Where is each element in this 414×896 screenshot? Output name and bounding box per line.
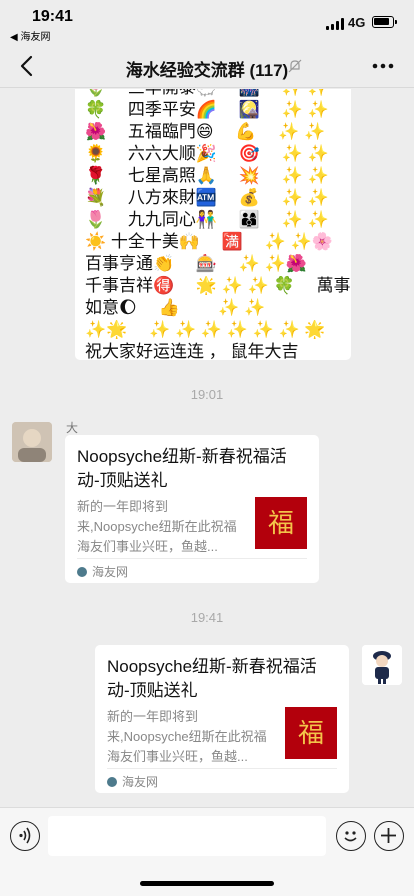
back-to-app-link[interactable]: ◀ 海友网 <box>10 28 50 43</box>
card-thumbnail: 福 <box>255 497 307 549</box>
greeting-line: ✨🌟 ✨ ✨ ✨ ✨ ✨ ✨ 🌟 <box>85 320 326 339</box>
sender-name: 大 <box>66 421 79 435</box>
thumb-char: 福 <box>268 509 294 539</box>
status-bar: 19:41 ◀ 海友网 4G <box>0 0 414 44</box>
more-options-icon[interactable] <box>370 58 396 74</box>
greeting-line: 祝大家好运连连 ， 鼠年大吉 <box>85 342 299 360</box>
greeting-message-bubble[interactable]: 🌷 三羊開泰🐑 🎆 ✨ ✨ 🍀 四季平安🌈 🎑 ✨ ✨ 🌺 五福臨門😄 💪 ✨ … <box>75 89 351 360</box>
status-time: 19:41 <box>32 8 73 25</box>
timestamp: 19:41 <box>190 610 224 625</box>
voice-input-icon[interactable] <box>10 821 40 851</box>
battery-icon <box>372 16 397 28</box>
greeting-line: ☀️ 十全十美🙌 🈵 ✨ ✨🌸 <box>85 232 333 251</box>
greeting-line: 🌷 九九同心👫 👨‍👩‍👦 ✨ ✨ <box>85 210 329 229</box>
my-avatar[interactable] <box>362 645 402 685</box>
timestamp: 19:01 <box>190 387 224 402</box>
card-title: Noopsyche纽斯-新春祝福活动-顶贴送礼 <box>107 657 317 700</box>
link-card[interactable]: Noopsyche纽斯-新春祝福活动-顶贴送礼 新的一年即将到来,Noopsyc… <box>65 435 319 583</box>
message-input[interactable] <box>48 816 326 856</box>
card-thumbnail: 福 <box>285 707 337 759</box>
chat-header: 海水经验交流群 (117) <box>0 44 414 88</box>
mute-bell-icon <box>288 59 302 73</box>
card-source: 海友网 <box>77 563 128 580</box>
card-source: 海友网 <box>107 773 158 790</box>
chat-area[interactable]: 🌷 三羊開泰🐑 🎆 ✨ ✨ 🍀 四季平安🌈 🎑 ✨ ✨ 🌺 五福臨門😄 💪 ✨ … <box>0 89 414 807</box>
card-title: Noopsyche纽斯-新春祝福活动-顶贴送礼 <box>77 447 287 490</box>
add-attachment-icon[interactable] <box>374 821 404 851</box>
card-description: 新的一年即将到来,Noopsyche纽斯在此祝福海友们事业兴旺，鱼越... <box>77 499 237 554</box>
greeting-line: 🌹 七星高照🙏 💥 ✨ ✨ <box>85 166 329 185</box>
greeting-line: 🍀 四季平安🌈 🎑 ✨ ✨ <box>85 100 329 119</box>
greeting-line: 千事吉祥🉐 🌟 ✨ ✨ 🍀 萬事 <box>85 276 351 295</box>
source-name: 海友网 <box>92 565 129 579</box>
greeting-line: 如意🌔 👍 ✨ ✨ <box>85 298 266 317</box>
source-logo-icon <box>107 777 117 787</box>
greeting-line: 💐 八方來財🏧 💰 ✨ ✨ <box>85 188 329 207</box>
emoji-icon[interactable] <box>336 821 366 851</box>
signal-icon <box>326 18 344 30</box>
thumb-char: 福 <box>298 719 324 749</box>
card-divider <box>107 768 337 769</box>
avatar[interactable] <box>12 422 52 462</box>
source-logo-icon <box>77 567 87 577</box>
card-description: 新的一年即将到来,Noopsyche纽斯在此祝福海友们事业兴旺，鱼越... <box>107 709 267 764</box>
greeting-line: 🌻 六六大顺🎉 🎯 ✨ ✨ <box>85 144 329 163</box>
network-type: 4G <box>348 15 366 30</box>
link-card[interactable]: Noopsyche纽斯-新春祝福活动-顶贴送礼 新的一年即将到来,Noopsyc… <box>95 645 349 793</box>
greeting-line: 百事亨通👏 🎰 ✨ ✨🌺 <box>85 254 308 273</box>
card-divider <box>77 558 307 559</box>
source-name: 海友网 <box>122 775 159 789</box>
chat-title: 海水经验交流群 (117) <box>125 61 289 80</box>
greeting-line: 🌷 三羊開泰🐑 🎆 ✨ ✨ <box>85 89 329 99</box>
home-indicator[interactable] <box>140 881 274 886</box>
greeting-line: 🌺 五福臨門😄 💪 ✨ ✨ <box>85 122 326 141</box>
